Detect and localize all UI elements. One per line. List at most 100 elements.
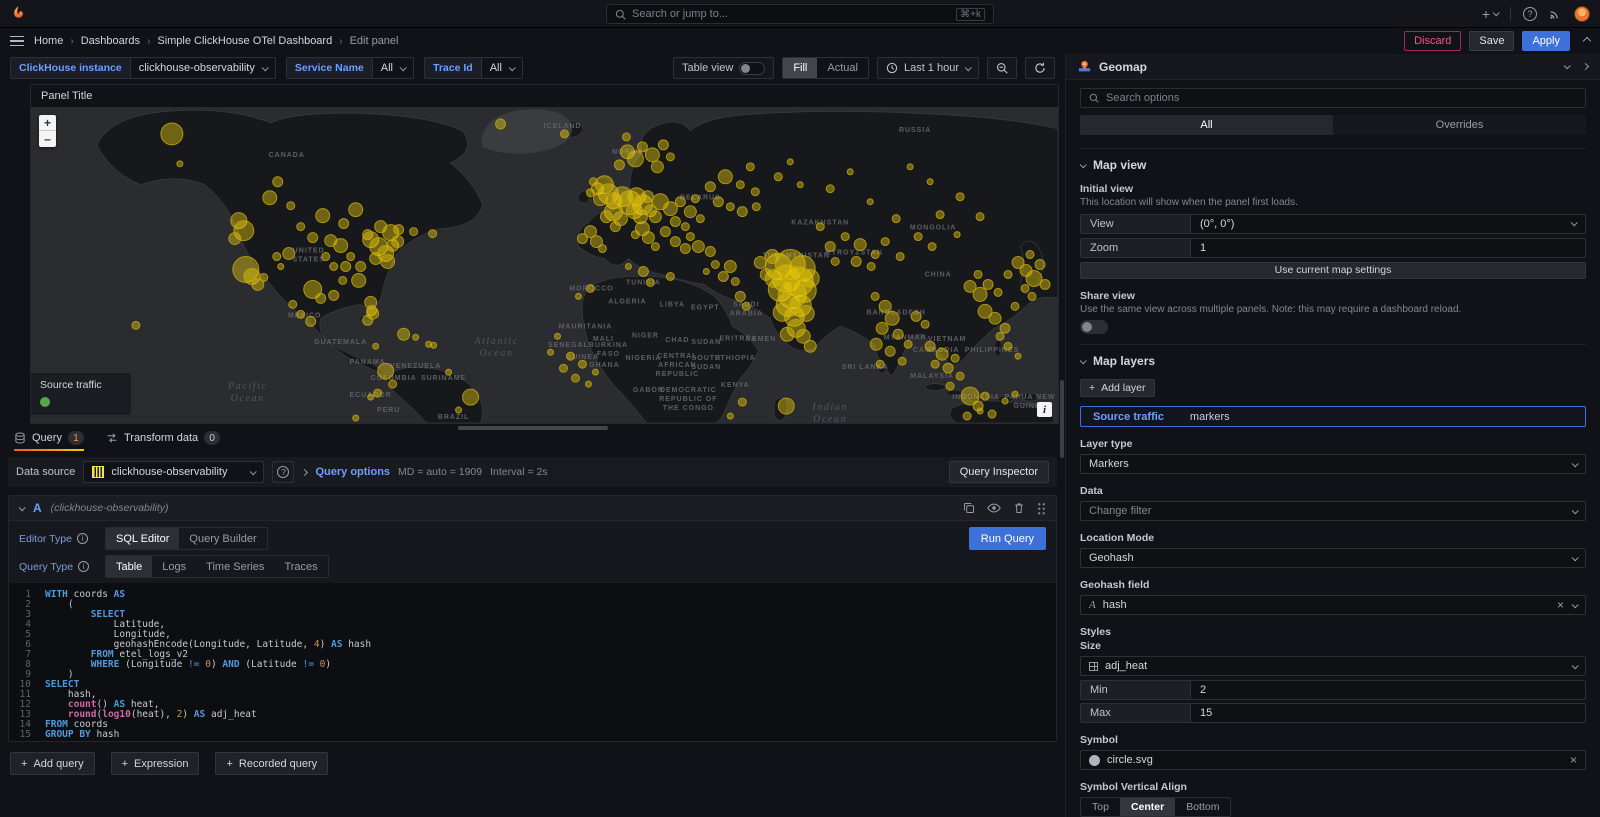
time-range-picker[interactable]: Last 1 hour [877,57,979,79]
fill-option[interactable]: Fill [783,58,817,78]
zoom-in-button[interactable]: + [39,115,56,131]
share-view-toggle[interactable] [1080,320,1108,334]
section-map-layers[interactable]: Map layers [1080,354,1586,368]
add-query-button[interactable]: +Add query [10,752,95,775]
attribution-info-icon[interactable]: i [1037,402,1052,417]
query-type-time-series[interactable]: Time Series [196,556,274,577]
map-canvas[interactable]: CANADARUSSIAUNITEDSTATESMEXICOGUATEMALAP… [31,107,1058,423]
table-view-toggle[interactable]: Table view [673,57,774,79]
chevron-down-icon [1571,219,1578,226]
geohash-field-select[interactable]: A hash × [1080,595,1586,615]
layer-type-select[interactable]: Markers [1080,454,1586,474]
location-mode-select[interactable]: Geohash [1080,548,1586,568]
query-tabs: Query 1 Transform data 0 [0,431,1065,455]
chevron-down-icon[interactable] [1564,62,1571,69]
query-options-toggle[interactable]: Query options [315,466,390,478]
zoom-out-button[interactable]: – [39,131,56,147]
variable-clickhouse-instance[interactable]: ClickHouse instance clickhouse-observabi… [10,57,276,79]
layer-item-source-traffic[interactable]: Source traffic markers [1080,406,1586,427]
add-menu-button[interactable]: + [1482,6,1498,22]
query-inspector-button[interactable]: Query Inspector [949,461,1049,483]
symbol-select[interactable]: circle.svg × [1080,750,1586,770]
datasource-help-button[interactable]: ? [272,461,294,483]
size-select[interactable]: adj_heat [1080,656,1586,676]
sql-editor[interactable]: 1WITH coords AS2 (3 SELECT4 Latitude,5 L… [9,583,1056,741]
data-select[interactable]: Change filter [1080,501,1586,521]
drag-handle-icon[interactable] [1037,502,1046,515]
chevron-up-icon[interactable] [1583,37,1591,45]
view-select[interactable]: (0°, 0°) [1190,214,1586,234]
chevron-down-icon [400,64,407,71]
min-input[interactable]: 2 [1190,680,1586,700]
align-top[interactable]: Top [1081,798,1120,816]
options-search[interactable]: Search options [1080,88,1586,108]
pane-splitter [0,424,1065,431]
tab-transform-data[interactable]: Transform data 0 [106,431,220,451]
query-builder-option[interactable]: Query Builder [179,528,266,549]
discard-button[interactable]: Discard [1404,31,1461,51]
expression-button[interactable]: +Expression [111,752,200,775]
plus-icon: + [226,758,232,770]
drag-handle[interactable] [458,426,608,430]
run-query-button[interactable]: Run Query [969,527,1046,550]
refresh-button[interactable] [1025,57,1055,79]
global-search[interactable]: Search or jump to... ⌘+k [606,4,994,24]
size-label: Size [1080,640,1586,652]
align-center[interactable]: Center [1120,798,1175,816]
tab-query[interactable]: Query 1 [14,431,84,451]
toggle-switch[interactable] [739,62,765,75]
search-icon [615,9,626,20]
delete-query-icon[interactable] [1013,502,1025,514]
datasource-row: Data source clickhouse-observability ? Q… [8,457,1057,487]
datasource-picker[interactable]: clickhouse-observability [83,461,264,483]
svg-text:DEMOCRATICREPUBLIC OFTHE CONGO: DEMOCRATICREPUBLIC OFTHE CONGO [659,387,717,412]
apply-button[interactable]: Apply [1522,31,1570,51]
section-map-view[interactable]: Map view [1080,158,1586,172]
breadcrumb-dashboard-name[interactable]: Simple ClickHouse OTel Dashboard [157,35,332,47]
avatar[interactable] [1574,6,1590,22]
news-icon[interactable] [1549,7,1562,20]
help-icon[interactable]: ? [1523,7,1537,21]
symbol-vertical-align-label: Symbol Vertical Align [1080,781,1586,793]
actual-option[interactable]: Actual [817,58,868,78]
layer-name: Source traffic [1093,411,1164,423]
tab-overrides[interactable]: Overrides [1333,115,1586,135]
duplicate-query-icon[interactable] [963,502,975,514]
query-type-traces[interactable]: Traces [274,556,327,577]
save-button[interactable]: Save [1469,31,1514,51]
grafana-logo[interactable] [10,5,27,22]
chevron-down-icon [1572,601,1579,608]
variable-service-name[interactable]: Service Name All [286,57,414,79]
breadcrumb-home[interactable]: Home [34,35,63,47]
sql-editor-option[interactable]: SQL Editor [106,528,179,549]
variable-value: clickhouse-observability [139,62,255,74]
clear-icon[interactable]: × [1557,599,1564,611]
tab-all[interactable]: All [1080,115,1333,135]
zoom-input[interactable]: 1 [1190,238,1586,258]
query-type-table[interactable]: Table [106,556,152,577]
query-count-badge: 1 [68,431,84,445]
query-type-logs[interactable]: Logs [152,556,196,577]
max-field: Max 15 [1080,703,1586,723]
zoom-out-button[interactable] [987,57,1017,79]
add-layer-button[interactable]: +Add layer [1080,379,1155,397]
collapse-pane-icon[interactable] [1582,63,1589,70]
max-input[interactable]: 15 [1190,703,1586,723]
scrollbar[interactable] [1060,380,1064,458]
svg-text:MYANMAR: MYANMAR [884,334,927,341]
variable-trace-id[interactable]: Trace Id All [424,57,523,79]
use-current-map-settings-button[interactable]: Use current map settings [1080,262,1586,279]
visualization-picker[interactable]: Geomap [1066,54,1600,80]
geomap-panel: Panel Title CANADARUSSIAUNITEDSTATESMEXI… [30,84,1059,424]
recorded-query-button[interactable]: +Recorded query [215,752,328,775]
query-row-header[interactable]: A (clickhouse-observability) [9,496,1056,521]
align-bottom[interactable]: Bottom [1175,798,1230,816]
string-field-icon: A [1089,599,1096,611]
breadcrumb-dashboards[interactable]: Dashboards [81,35,140,47]
clear-icon[interactable]: × [1570,754,1577,766]
panel-title[interactable]: Panel Title [31,85,1058,107]
collapse-query-icon[interactable] [19,504,26,511]
menu-icon[interactable] [10,36,24,47]
geomap-icon [1078,60,1091,73]
toggle-visibility-icon[interactable] [987,502,1001,514]
